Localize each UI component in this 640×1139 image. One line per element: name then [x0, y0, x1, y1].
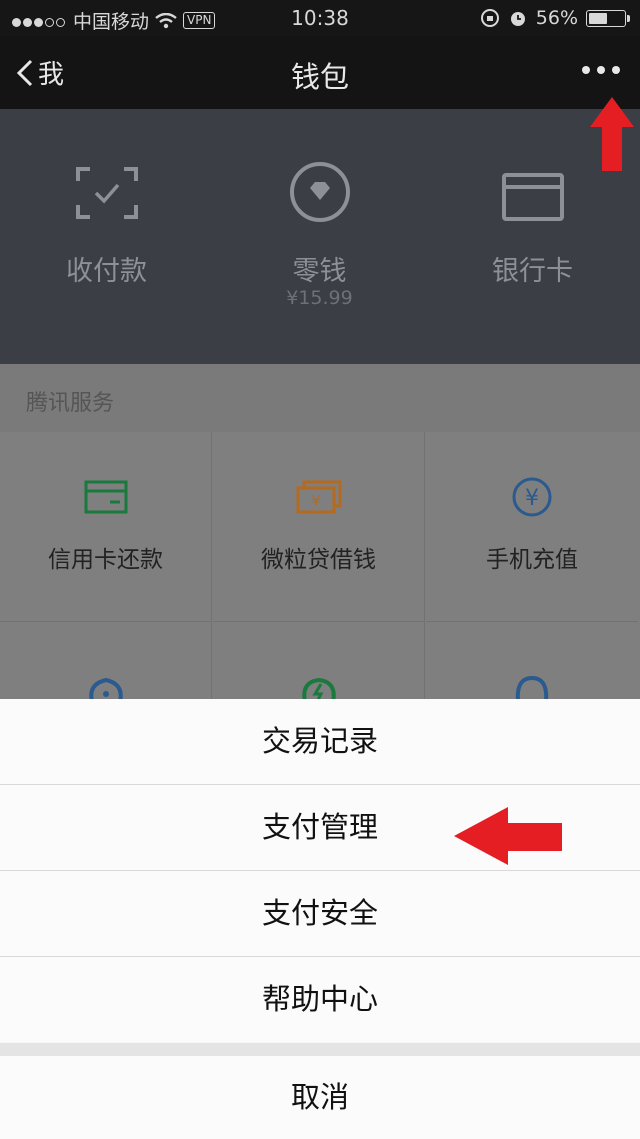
- svg-text:¥: ¥: [311, 492, 321, 510]
- wallet-label: 银行卡: [492, 256, 573, 287]
- menu-item-transactions[interactable]: 交易记录: [0, 699, 640, 785]
- svg-text:¥: ¥: [525, 486, 539, 511]
- nav-bar: 我 钱包: [0, 36, 640, 109]
- more-button[interactable]: [582, 66, 620, 74]
- alarm-icon: [510, 12, 525, 26]
- scan-icon: [75, 167, 138, 219]
- action-sheet: 交易记录 支付管理 支付安全 帮助中心 取消: [0, 699, 640, 1139]
- wallet-label: 收付款: [66, 256, 147, 287]
- sheet-divider: [0, 1043, 640, 1056]
- menu-item-payment-security[interactable]: 支付安全: [0, 871, 640, 957]
- orientation-lock-icon: [480, 9, 499, 27]
- battery-icon: [586, 9, 630, 27]
- yuan-icon: ¥: [512, 477, 552, 517]
- loan-icon: ¥: [296, 480, 341, 514]
- arrow-left-icon: [454, 807, 562, 865]
- wallet-header: 收付款 零钱 ¥15.99 银行卡: [0, 109, 640, 364]
- services-grid: 信用卡还款 ¥ 微粒贷借钱 ¥ 手机充值: [0, 432, 640, 812]
- section-title: 腾讯服务: [26, 391, 115, 416]
- service-label: 微粒贷借钱: [261, 547, 376, 573]
- more-dot: [582, 66, 590, 74]
- card-icon: [501, 173, 564, 221]
- service-phone-topup[interactable]: ¥ 手机充值: [426, 432, 638, 622]
- service-loan[interactable]: ¥ 微粒贷借钱: [213, 432, 425, 622]
- cancel-button[interactable]: 取消: [0, 1056, 640, 1139]
- page-title: 钱包: [290, 60, 349, 94]
- section-header: 腾讯服务: [0, 364, 640, 432]
- credit-card-icon: [84, 480, 127, 514]
- service-credit-card-repay[interactable]: 信用卡还款: [0, 432, 212, 622]
- diamond-coin-icon: [289, 162, 350, 222]
- menu-item-help-center[interactable]: 帮助中心: [0, 957, 640, 1042]
- service-label: 信用卡还款: [48, 547, 163, 573]
- wallet-receive-pay[interactable]: 收付款: [0, 109, 213, 364]
- service-label: 手机充值: [486, 547, 578, 573]
- battery-percent: 56%: [535, 7, 578, 29]
- wallet-change[interactable]: 零钱 ¥15.99: [213, 109, 426, 364]
- status-bar: 中国移动 VPN 10:38 56%: [0, 0, 640, 36]
- balance-amount: ¥15.99: [286, 287, 353, 309]
- wallet-label: 零钱: [292, 256, 347, 287]
- more-dot: [597, 66, 605, 74]
- more-dot: [612, 66, 620, 74]
- arrow-up-icon: [590, 97, 634, 171]
